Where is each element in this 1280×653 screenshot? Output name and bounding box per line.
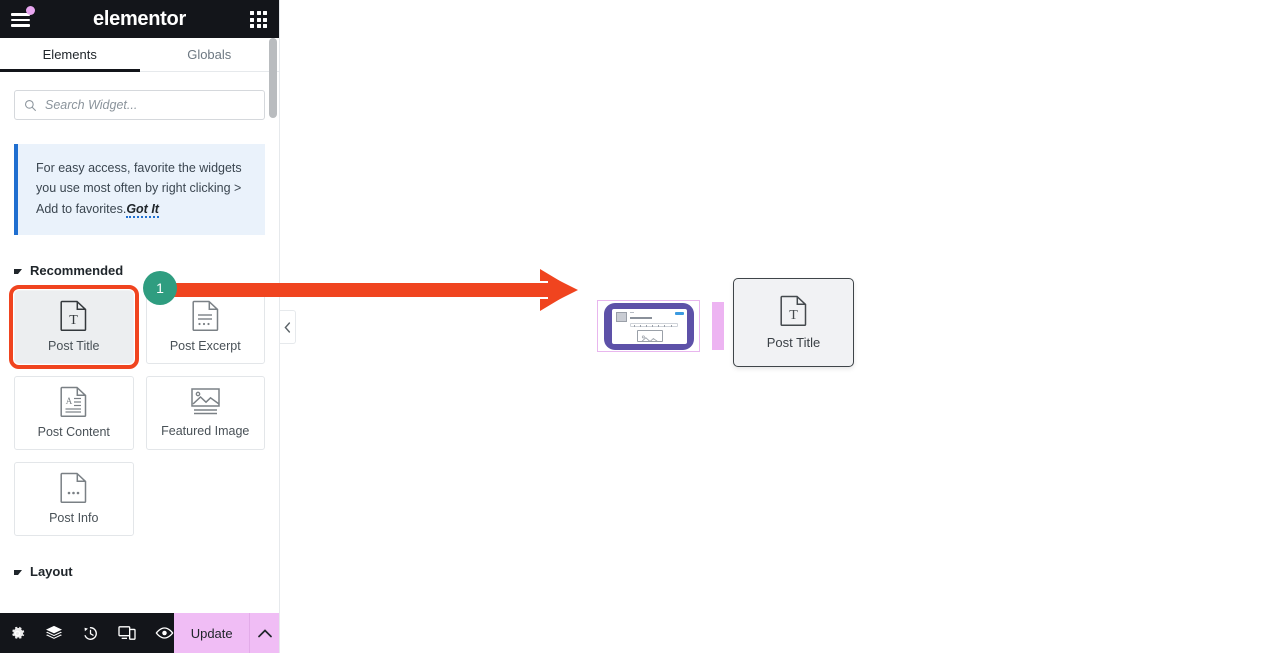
grid-cell	[250, 24, 254, 28]
search-icon	[25, 99, 37, 111]
history-clock-icon[interactable]	[82, 625, 99, 642]
preview-eye-icon[interactable]	[155, 626, 174, 640]
toolbar-tick	[651, 325, 653, 327]
grid-cell	[263, 24, 267, 28]
annotation-step-badge: 1	[143, 271, 177, 305]
toolbar-tick	[670, 325, 672, 327]
thumbnail-image-placeholder	[636, 330, 663, 342]
post-title-icon: T	[780, 295, 807, 326]
search-widget-box[interactable]	[14, 90, 265, 120]
thumbnail-avatar	[615, 312, 627, 322]
widget-preview-thumbnail[interactable]	[597, 300, 700, 352]
thumbnail-text-line	[629, 312, 634, 314]
notification-dot	[26, 6, 35, 15]
widget-label: Post Content	[37, 425, 110, 440]
grid-cell	[256, 11, 261, 15]
hamburger-bar	[11, 24, 30, 27]
favorites-notice: For easy access, favorite the widgets yo…	[14, 144, 265, 235]
vertical-scrollbar[interactable]	[269, 38, 277, 653]
hamburger-menu-icon[interactable]	[10, 6, 35, 29]
chevron-up-icon[interactable]	[249, 613, 279, 653]
panel-tabs: Elements Globals	[0, 38, 279, 72]
chevron-left-icon	[284, 321, 291, 333]
dragged-widget-label: Post Title	[766, 335, 821, 350]
widget-label: Post Title	[48, 339, 100, 354]
svg-text:T: T	[69, 313, 78, 328]
tab-globals[interactable]: Globals	[140, 38, 280, 71]
panel-header: elementor	[0, 0, 279, 38]
toolbar-tick	[663, 325, 665, 327]
editor-canvas[interactable]: T Post Title	[281, 0, 1280, 653]
search-input[interactable]	[45, 98, 255, 112]
post-title-icon: T	[60, 301, 87, 332]
thumbnail-screen	[611, 309, 687, 344]
apps-grid-icon[interactable]	[250, 11, 267, 28]
section-header-recommended[interactable]: Recommended	[14, 263, 265, 278]
got-it-button[interactable]: Got It	[126, 201, 159, 218]
recommended-widgets-grid: T Post Title Post Excerpt A Post Content…	[9, 284, 265, 536]
post-info-icon	[60, 473, 87, 504]
widget-label: Featured Image	[161, 424, 250, 439]
settings-gear-icon[interactable]	[9, 625, 26, 642]
notice-text: For easy access, favorite the widgets yo…	[36, 158, 249, 219]
section-title: Layout	[30, 563, 73, 579]
thumbnail-text-line	[629, 317, 652, 319]
widget-card-post-content[interactable]: A Post Content	[14, 375, 134, 450]
toolbar-tick	[639, 325, 641, 327]
svg-text:A: A	[66, 396, 73, 406]
grid-cell	[256, 24, 261, 28]
section-title: Recommended	[30, 262, 124, 278]
widget-card-featured-image[interactable]: Featured Image	[145, 375, 265, 450]
dragged-widget-ghost[interactable]: T Post Title	[733, 278, 854, 367]
post-excerpt-icon	[192, 301, 218, 332]
scrollbar-thumb[interactable]	[269, 38, 277, 118]
thumbnail-accent-bar	[674, 312, 684, 315]
toolbar-tick	[645, 325, 647, 327]
elementor-editor: elementor Elements Globals For easy acce…	[0, 0, 1280, 653]
post-content-icon: A	[60, 387, 87, 418]
grid-cell	[263, 11, 267, 15]
widget-label: Post Info	[49, 511, 99, 526]
footer-icon-group	[0, 613, 174, 653]
caret-down-icon	[14, 268, 22, 274]
caret-down-icon	[14, 569, 22, 575]
widget-card-post-info[interactable]: Post Info	[14, 461, 134, 536]
widget-label: Post Excerpt	[169, 339, 241, 354]
thumbnail-toolbar	[629, 323, 678, 327]
grid-cell	[250, 17, 254, 22]
tab-elements[interactable]: Elements	[0, 38, 140, 72]
hamburger-bar	[11, 18, 30, 21]
widgets-panel: elementor Elements Globals For easy acce…	[0, 0, 280, 653]
thumbnail-device-frame	[604, 303, 694, 350]
image-glyph-icon	[641, 335, 658, 341]
responsive-devices-icon[interactable]	[118, 625, 136, 641]
grid-cell	[263, 17, 267, 22]
featured-image-icon	[191, 388, 220, 415]
layers-navigator-icon[interactable]	[45, 625, 63, 641]
panel-footer-toolbar: Update	[0, 613, 279, 653]
toolbar-tick	[633, 325, 635, 327]
section-header-layout[interactable]: Layout	[14, 564, 265, 579]
toolbar-tick	[657, 325, 659, 327]
panel-body: For easy access, favorite the widgets yo…	[0, 72, 279, 613]
panel-collapse-handle[interactable]	[280, 310, 296, 344]
update-button[interactable]: Update	[174, 613, 250, 653]
elementor-logo-text: elementor	[93, 7, 186, 30]
grid-cell	[250, 11, 254, 15]
drop-position-indicator	[712, 302, 724, 350]
widget-card-post-title[interactable]: T Post Title	[9, 284, 139, 369]
grid-cell	[256, 17, 261, 22]
svg-text:T: T	[789, 308, 798, 323]
